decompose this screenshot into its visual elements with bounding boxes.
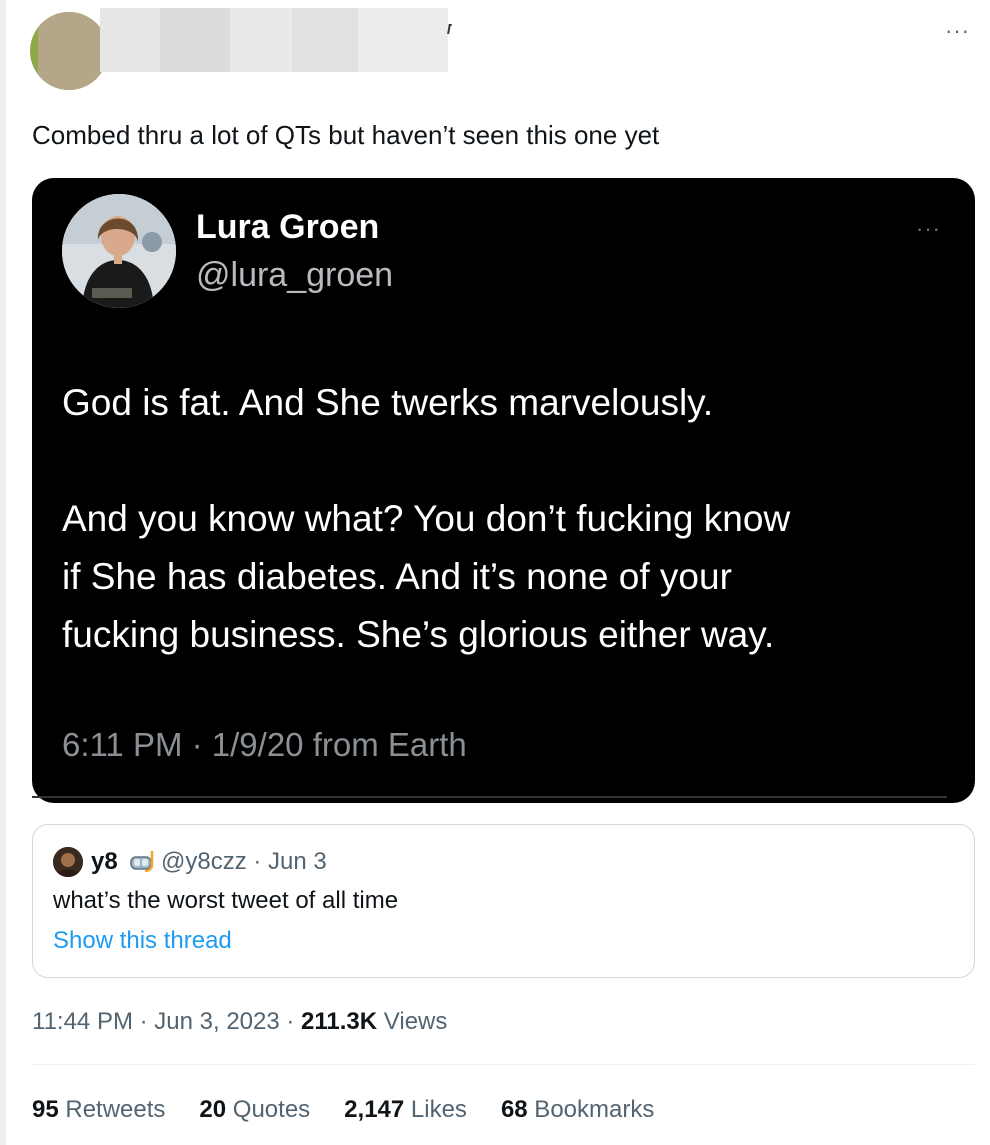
- screenshot-divider: [32, 796, 947, 798]
- embedded-image[interactable]: Lura Groen @lura_groen ··· God is fat. A…: [32, 178, 975, 803]
- engagement-stats: 95 Retweets 20 Quotes 2,147 Likes 68 Boo…: [32, 1096, 654, 1124]
- show-thread-link[interactable]: Show this thread: [53, 927, 232, 955]
- views-count: 211.3K: [301, 1008, 378, 1035]
- likes-label: Likes: [404, 1096, 467, 1123]
- bookmarks-count: 68: [500, 1096, 528, 1123]
- likes-stat[interactable]: 2,147 Likes: [344, 1096, 467, 1124]
- retweets-label: Retweets: [58, 1096, 166, 1123]
- retweets-stat[interactable]: 95 Retweets: [32, 1096, 165, 1124]
- tweet-timestamp[interactable]: 11:44 PM · Jun 3, 2023 ·: [32, 1008, 301, 1035]
- screenshot-more-icon: ···: [916, 216, 941, 241]
- screenshot-timestamp: 6:11 PM · 1/9/20 from Earth: [62, 726, 467, 763]
- diving-mask-icon: [130, 851, 154, 873]
- redaction-mark: [447, 24, 452, 34]
- screenshot-author-handle: @lura_groen: [196, 256, 394, 294]
- quoted-author-name: y8: [91, 848, 118, 875]
- quoted-tweet[interactable]: y8 @y8czz · Jun 3 what’s the worst tweet…: [32, 824, 975, 978]
- likes-count: 2,147: [344, 1096, 405, 1123]
- screenshot-paragraph: God is fat. And She twerks marvelously.: [62, 382, 714, 423]
- divider: [32, 1064, 975, 1065]
- quotes-stat[interactable]: 20 Quotes: [199, 1096, 310, 1124]
- author-name-redacted: [100, 8, 448, 72]
- bookmarks-stat[interactable]: 68 Bookmarks: [501, 1096, 654, 1124]
- bookmarks-label: Bookmarks: [527, 1096, 655, 1123]
- views-label: Views: [377, 1008, 448, 1035]
- quoted-tweet-text: what’s the worst tweet of all time: [53, 887, 399, 914]
- quoted-handle-date: @y8czz · Jun 3: [161, 848, 327, 875]
- retweets-count: 95: [32, 1096, 59, 1123]
- screenshot-author-name: Lura Groen: [196, 208, 380, 246]
- more-options-icon[interactable]: ···: [945, 18, 970, 44]
- screenshot-line: if She has diabetes. And it’s none of yo…: [62, 556, 732, 597]
- screenshot-line: fucking business. She’s glorious either …: [62, 614, 775, 655]
- tweet-timestamp-row: 11:44 PM · Jun 3, 2023 · 211.3K Views: [32, 1008, 447, 1036]
- screenshot-tweet-body: God is fat. And She twerks marvelously. …: [62, 374, 942, 664]
- screenshot-line: And you know what? You don’t fucking kno…: [62, 498, 791, 539]
- quoted-avatar: [53, 847, 83, 877]
- quotes-label: Quotes: [226, 1096, 311, 1123]
- tweet-text: Combed thru a lot of QTs but haven’t see…: [32, 120, 660, 150]
- author-avatar[interactable]: [30, 12, 108, 90]
- quotes-count: 20: [199, 1096, 227, 1123]
- page-edge: [0, 0, 6, 1145]
- screenshot-avatar: [62, 194, 176, 308]
